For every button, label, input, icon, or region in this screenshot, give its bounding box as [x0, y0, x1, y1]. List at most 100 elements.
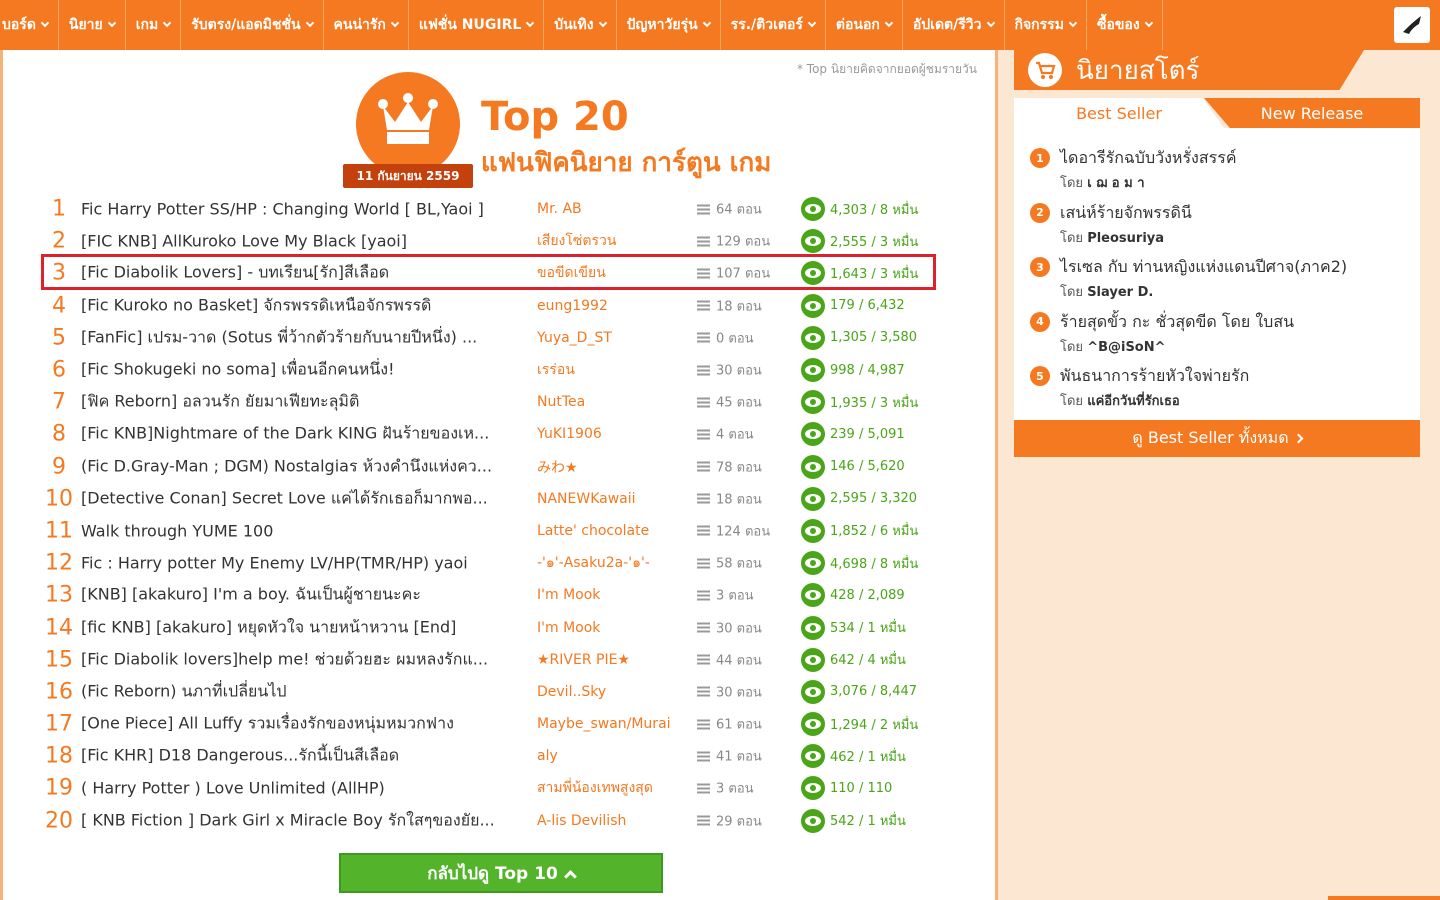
best-seller-title[interactable]: พันธนาการร้ายหัวใจพ่ายรัก	[1060, 364, 1249, 389]
novel-title-link[interactable]: [fic KNB] [akakuro] หยุดหัวใจ นายหน้าหวา…	[81, 615, 521, 640]
author-link[interactable]: สามพี่น้องเทพสูงสุด	[537, 777, 679, 799]
author-link[interactable]: Yuya_D_ST	[537, 330, 679, 346]
novel-title-link[interactable]: [Fic KHR] D18 Dangerous...รักนี้เป็นสีเล…	[81, 744, 521, 769]
table-row[interactable]: 18 [Fic KHR] D18 Dangerous...รักนี้เป็นสี…	[39, 740, 939, 772]
nav-item-game[interactable]: เกม	[126, 0, 182, 50]
tab-new-release[interactable]: New Release	[1204, 98, 1420, 128]
list-icon	[697, 622, 710, 633]
author-link[interactable]: Maybe_swan/Murai	[537, 716, 679, 732]
best-seller-title[interactable]: ร้ายสุดขั้ว กะ ชั่วสุดขีด โดย ใบสน	[1060, 310, 1294, 335]
novel-title-link[interactable]: ( Harry Potter ) Love Unlimited (AllHP)	[81, 779, 521, 798]
nav-item-school-tutor[interactable]: รร./ติวเตอร์	[721, 0, 826, 50]
table-row[interactable]: 16 (Fic Reborn) นภาที่เปลี่ยนไป Devil..Sky…	[39, 676, 939, 708]
novel-title-link[interactable]: Walk through YUME 100	[81, 521, 521, 540]
table-row[interactable]: 11 Walk through YUME 100 Latte' chocolate 1…	[39, 515, 939, 547]
table-row[interactable]: 20 [ KNB Fiction ] Dark Girl x Miracle Bo…	[39, 805, 939, 837]
author-link[interactable]: みわ★	[537, 457, 679, 477]
table-row[interactable]: 6 [Fic Shokugeki no soma] เพื่อนอีกคนหนึ่…	[39, 354, 939, 386]
list-item[interactable]: 4 ร้ายสุดขั้ว กะ ชั่วสุดขีด โดย ใบสน โดย ^…	[1028, 306, 1406, 361]
author-link[interactable]: Latte' chocolate	[537, 523, 679, 539]
table-row[interactable]: 9 (Fic D.Gray-Man ; DGM) Nostalgiaร ห้วงค…	[39, 451, 939, 483]
view-count: 428 / 2,089	[801, 583, 941, 608]
chevron-down-icon	[807, 18, 817, 28]
novel-title-link[interactable]: [FanFic] เปรม-วาด (Sotus พี่ว้ากตัวร้ายก…	[81, 325, 521, 350]
rank-number: 6	[52, 357, 66, 383]
nav-item-fashion[interactable]: แฟชั่น NUGIRL	[409, 0, 545, 50]
nav-item-shopping[interactable]: ซื้อของ	[1087, 0, 1163, 50]
best-seller-title[interactable]: ไดอารีรักฉบับวังหรั่งสรรค์	[1060, 146, 1237, 171]
best-seller-title[interactable]: ไรเซล กับ ท่านหญิงแห่งแดนปีศาจ(ภาค2)	[1060, 255, 1347, 280]
nav-item-teen-problems[interactable]: ปัญหาวัยรุ่น	[617, 0, 721, 50]
author-link[interactable]: aly	[537, 748, 679, 764]
author-link[interactable]: -'๑'-Asaku2a-'๑'-	[537, 552, 679, 574]
novel-title-link[interactable]: Fic Harry Potter SS/HP : Changing World …	[81, 200, 521, 219]
novel-title-link[interactable]: [Detective Conan] Secret Love แค่ได้รักเ…	[81, 486, 521, 511]
nav-item-admission[interactable]: รับตรง/แอดมิชชั่น	[181, 0, 324, 50]
view-count: 179 / 6,432	[801, 293, 941, 318]
chapter-count: 78 ตอน	[697, 456, 787, 477]
author-link[interactable]: I'm Mook	[537, 620, 679, 636]
list-item[interactable]: 3 ไรเซล กับ ท่านหญิงแห่งแดนปีศาจ(ภาค2) โดย…	[1028, 251, 1406, 306]
back-to-top10-button[interactable]: กลับไปดู Top 10	[339, 853, 663, 893]
author-link[interactable]: NutTea	[537, 394, 679, 410]
view-count: 998 / 4,987	[801, 358, 941, 383]
author-link[interactable]: เสียงโซ่ตรวน	[537, 230, 679, 252]
nav-item-update-review[interactable]: อัปเดต/รีวิว	[903, 0, 1005, 50]
novel-title-link[interactable]: [ KNB Fiction ] Dark Girl x Miracle Boy …	[81, 808, 521, 833]
table-row[interactable]: 17 [One Piece] All Luffy รวมเรื่องรักของห…	[39, 708, 939, 740]
list-item[interactable]: 1 ไดอารีรักฉบับวังหรั่งสรรค์ โดย เ ฌ อ ม า	[1028, 142, 1406, 197]
author-link[interactable]: A-lis Devilish	[537, 813, 679, 829]
author-link[interactable]: YuKI1906	[537, 426, 679, 442]
table-row[interactable]: 8 [Fic KNB]Nightmare of the Dark KING ฝัน…	[39, 418, 939, 450]
author-link[interactable]: ★RIVER PIE★	[537, 652, 679, 668]
table-row[interactable]: 2 [FIC KNB] AllKuroko Love My Black [yaoi…	[39, 225, 939, 257]
table-row[interactable]: 7 [ฟิค Reborn] อลวนรัก ยัยมาเฟียทะลุมิติ N…	[39, 386, 939, 418]
rank-number: 18	[45, 743, 73, 769]
list-item[interactable]: 5 พันธนาการร้ายหัวใจพ่ายรัก โดย แค่อีกวันท…	[1028, 360, 1406, 415]
top-nav: บอร์ด นิยาย เกม รับตรง/แอดมิชชั่น คนน่าร…	[0, 0, 1440, 50]
table-row[interactable]: 19 ( Harry Potter ) Love Unlimited (AllHP…	[39, 772, 939, 804]
nav-item-board[interactable]: บอร์ด	[0, 0, 59, 50]
author-link[interactable]: Devil..Sky	[537, 684, 679, 700]
novel-title-link[interactable]: [Fic Kuroko no Basket] จักรพรรดิเหนือจัก…	[81, 293, 521, 318]
novel-title-link[interactable]: [One Piece] All Luffy รวมเรื่องรักของหนุ…	[81, 712, 521, 737]
nav-item-cute[interactable]: คนน่ารัก	[324, 0, 409, 50]
table-row[interactable]: 12 Fic : Harry potter My Enemy LV/HP(TMR/…	[39, 547, 939, 579]
novel-title-link[interactable]: [Fic Shokugeki no soma] เพื่อนอีกคนหนึ่ง…	[81, 358, 521, 383]
nav-item-entertainment[interactable]: บันเทิง	[544, 0, 617, 50]
see-all-best-seller-button[interactable]: ดู Best Seller ทั้งหมด	[1014, 420, 1420, 457]
author-link[interactable]: NANEWKawaii	[537, 491, 679, 507]
view-count: 1,294 / 2 หมื่น	[801, 712, 941, 737]
novel-title-link[interactable]: (Fic Reborn) นภาที่เปลี่ยนไป	[81, 679, 521, 704]
table-row[interactable]: 10 [Detective Conan] Secret Love แค่ได้รั…	[39, 483, 939, 515]
nav-item-study-abroad[interactable]: ต่อนอก	[826, 0, 903, 50]
table-row[interactable]: 15 [Fic Diabolik lovers]help me! ช่วยด้วย…	[39, 644, 939, 676]
table-row[interactable]: 4 [Fic Kuroko no Basket] จักรพรรดิเหนือจั…	[39, 290, 939, 322]
site-logo[interactable]	[1394, 7, 1430, 43]
novel-title-link[interactable]: [Fic KNB]Nightmare of the Dark KING ฝันร…	[81, 422, 521, 447]
novel-title-link[interactable]: [ฟิค Reborn] อลวนรัก ยัยมาเฟียทะลุมิติ	[81, 390, 521, 415]
novel-title-link[interactable]: [FIC KNB] AllKuroko Love My Black [yaoi]	[81, 232, 521, 251]
author-link[interactable]: eung1992	[537, 298, 679, 314]
chevron-down-icon	[40, 18, 50, 28]
eye-icon	[801, 358, 825, 383]
table-row[interactable]: 5 [FanFic] เปรม-วาด (Sotus พี่ว้ากตัวร้าย…	[39, 322, 939, 354]
novel-title-link[interactable]: (Fic D.Gray-Man ; DGM) Nostalgiaร ห้วงคำ…	[81, 454, 521, 479]
novel-title-link[interactable]: [KNB] [akakuro] I'm a boy. ฉันเป็นผู้ชาย…	[81, 583, 521, 608]
author-link[interactable]: Mr. AB	[537, 201, 679, 217]
view-count: 3,076 / 8,447	[801, 679, 941, 704]
view-count: 462 / 1 หมื่น	[801, 744, 941, 769]
nav-item-novel[interactable]: นิยาย	[59, 0, 126, 50]
tab-best-seller[interactable]: Best Seller	[1014, 98, 1224, 128]
table-row[interactable]: 14 [fic KNB] [akakuro] หยุดหัวใจ นายหน้าห…	[39, 611, 939, 643]
author-link[interactable]: เรร่อน	[537, 359, 679, 381]
table-row[interactable]: 1 Fic Harry Potter SS/HP : Changing World…	[39, 193, 939, 225]
best-seller-title[interactable]: เสน่ห์ร้ายจักพรรดินี	[1060, 201, 1192, 226]
nav-item-activities[interactable]: กิจกรรม	[1005, 0, 1087, 50]
novel-title-link[interactable]: Fic : Harry potter My Enemy LV/HP(TMR/HP…	[81, 554, 521, 573]
novel-title-link[interactable]: [Fic Diabolik lovers]help me! ช่วยด้วยฮะ…	[81, 647, 521, 672]
list-item[interactable]: 2 เสน่ห์ร้ายจักพรรดินี โดย Pleosuriya	[1028, 197, 1406, 252]
author-link[interactable]: I'm Mook	[537, 587, 679, 603]
table-row[interactable]: 13 [KNB] [akakuro] I'm a boy. ฉันเป็นผู้ช…	[39, 579, 939, 611]
rank-number: 2	[52, 228, 66, 254]
